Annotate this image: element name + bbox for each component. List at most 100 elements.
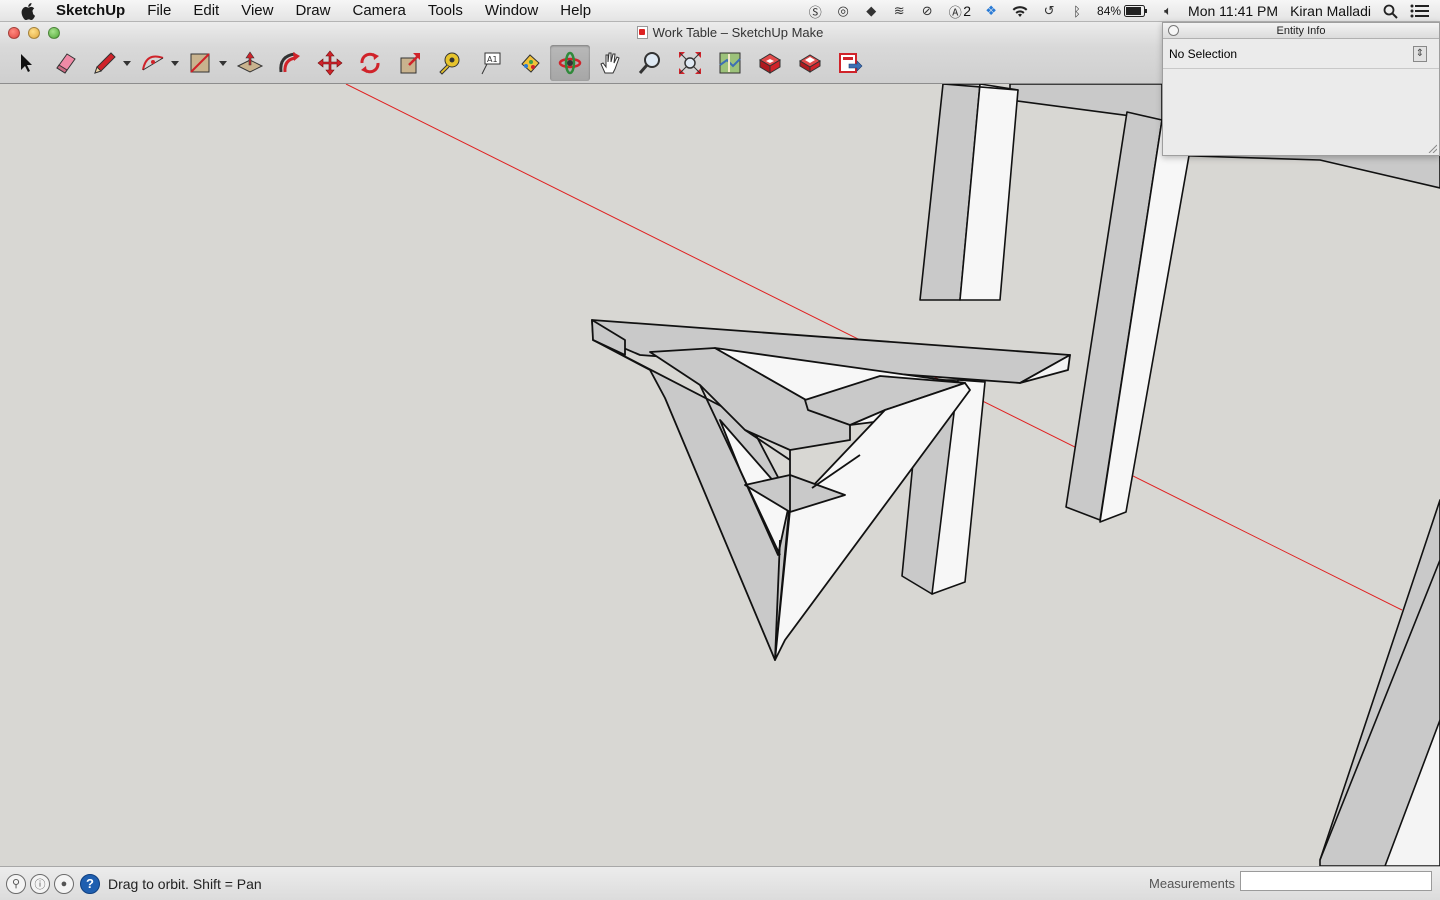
offset-tool[interactable] <box>270 45 310 81</box>
push-pull-icon <box>236 51 264 73</box>
entity-info-title: Entity Info <box>1276 25 1326 37</box>
arc-icon <box>142 55 164 71</box>
adobe-updates-count: 2 <box>963 3 972 19</box>
drive-icon[interactable]: ≋ <box>885 3 913 19</box>
evernote-icon[interactable]: ◆ <box>857 3 885 19</box>
eraser-tool[interactable] <box>46 45 86 81</box>
entity-selection-row: No Selection ⇕ <box>1163 39 1439 69</box>
menu-extras: Ⓢ ◎ ◆ ≋ ⊘ Ⓐ 2 ❖ ↺ ᛒ 84% 🔈︎ Mon 11:41 PM K… <box>801 0 1440 22</box>
adobe-icon: Ⓐ <box>948 4 962 20</box>
clock[interactable]: Mon 11:41 PM <box>1182 3 1284 19</box>
text-icon: A1 <box>481 52 501 75</box>
credits-icon[interactable]: ⓘ <box>30 873 50 894</box>
get-models-tool[interactable] <box>750 45 790 81</box>
zoom-extents-tool[interactable] <box>670 45 710 81</box>
extension-warehouse-tool[interactable] <box>830 45 870 81</box>
menu-tools[interactable]: Tools <box>417 0 474 22</box>
zoom-window-button[interactable] <box>48 27 60 39</box>
bluetooth-icon[interactable]: ᛒ <box>1063 3 1091 19</box>
arc-tool[interactable] <box>134 45 182 81</box>
menu-view[interactable]: View <box>230 0 284 22</box>
orbit-tool[interactable] <box>550 45 590 81</box>
menu-bar: SketchUp File Edit View Draw Camera Tool… <box>0 0 1440 22</box>
time-machine-icon[interactable]: ↺ <box>1035 3 1063 19</box>
menu-help[interactable]: Help <box>549 0 602 22</box>
paint-bucket-tool[interactable] <box>510 45 550 81</box>
main-toolbar: A1 <box>0 44 870 82</box>
eraser-icon <box>56 53 76 74</box>
user-account-icon[interactable]: ● <box>54 873 74 894</box>
selection-status: No Selection <box>1169 46 1238 61</box>
table-leg-right <box>1065 111 1191 523</box>
zoom-extents-icon <box>679 52 701 74</box>
orbit-icon <box>558 51 582 75</box>
menu-camera[interactable]: Camera <box>341 0 416 22</box>
wifi-icon[interactable] <box>1005 4 1035 18</box>
menu-edit[interactable]: Edit <box>182 0 230 22</box>
pencil-icon <box>94 52 116 74</box>
text-tool[interactable]: A1 <box>470 45 510 81</box>
battery-percent: 84% <box>1097 4 1122 18</box>
instructor-help-icon[interactable]: ? <box>80 873 100 894</box>
creative-cloud-icon[interactable]: ◎ <box>829 3 857 19</box>
move-tool[interactable] <box>310 45 350 81</box>
status-bar: ⚲ ⓘ ● ? Drag to orbit. Shift = Pan Measu… <box>0 866 1440 900</box>
share-model-icon <box>799 54 821 73</box>
window-title: Work Table – SketchUp Make <box>600 25 860 40</box>
dropdown-arrow-icon <box>219 61 227 66</box>
rectangle-tool[interactable] <box>182 45 230 81</box>
arrow-icon <box>21 54 32 72</box>
menu-draw[interactable]: Draw <box>284 0 341 22</box>
entity-info-titlebar[interactable]: Entity Info <box>1163 23 1439 39</box>
paint-bucket-icon <box>521 54 540 73</box>
zoom-tool[interactable] <box>630 45 670 81</box>
scale-tool[interactable] <box>390 45 430 81</box>
minimize-window-button[interactable] <box>28 27 40 39</box>
rectangle-icon <box>190 53 210 73</box>
offset-icon <box>279 52 300 73</box>
rotate-icon <box>360 52 380 74</box>
tape-measure-icon <box>439 52 460 75</box>
volume-icon[interactable]: 🔈︎ <box>1154 3 1182 19</box>
table-leg-back <box>919 84 1019 301</box>
3d-warehouse-tool[interactable] <box>710 45 750 81</box>
model-scene[interactable] <box>0 84 1440 866</box>
expand-panel-icon[interactable]: ⇕ <box>1413 46 1427 62</box>
push-pull-tool[interactable] <box>230 45 270 81</box>
menu-window[interactable]: Window <box>474 0 549 22</box>
menu-file[interactable]: File <box>136 0 182 22</box>
battery-status[interactable]: 84% <box>1091 4 1154 18</box>
apple-menu-icon[interactable] <box>18 0 40 22</box>
select-tool[interactable] <box>6 45 46 81</box>
app-menu[interactable]: SketchUp <box>52 0 136 22</box>
window-title-text: Work Table – SketchUp Make <box>652 25 824 40</box>
drawing-viewport[interactable] <box>0 84 1440 866</box>
scale-icon <box>400 53 420 74</box>
measurements-input[interactable] <box>1240 871 1432 891</box>
notification-center-icon[interactable] <box>1404 4 1440 18</box>
status-hint: Drag to orbit. Shift = Pan <box>108 875 262 892</box>
dropbox-icon[interactable]: ❖ <box>977 3 1005 19</box>
line-tool[interactable] <box>86 45 134 81</box>
table-leg-far-right <box>1319 499 1440 866</box>
entity-info-panel: Entity Info No Selection ⇕ <box>1162 22 1440 156</box>
panel-close-icon[interactable] <box>1168 25 1179 36</box>
geo-location-icon[interactable]: ⚲ <box>6 873 26 894</box>
move-icon <box>317 50 343 76</box>
magnifier-icon <box>638 52 660 74</box>
svg-text:A1: A1 <box>487 55 498 64</box>
document-icon <box>636 26 648 39</box>
battery-icon <box>1124 5 1148 17</box>
tape-measure-tool[interactable] <box>430 45 470 81</box>
adobe-updates[interactable]: Ⓐ 2 <box>941 3 977 20</box>
no-entry-icon[interactable]: ⊘ <box>913 3 941 19</box>
close-window-button[interactable] <box>8 27 20 39</box>
spotlight-icon[interactable] <box>1377 4 1404 19</box>
user-name[interactable]: Kiran Malladi <box>1284 3 1377 19</box>
skype-icon[interactable]: Ⓢ <box>801 3 829 20</box>
pan-tool[interactable] <box>590 45 630 81</box>
map-icon <box>719 52 741 74</box>
share-model-tool[interactable] <box>790 45 830 81</box>
rotate-tool[interactable] <box>350 45 390 81</box>
resize-grip-icon[interactable] <box>1427 143 1437 153</box>
